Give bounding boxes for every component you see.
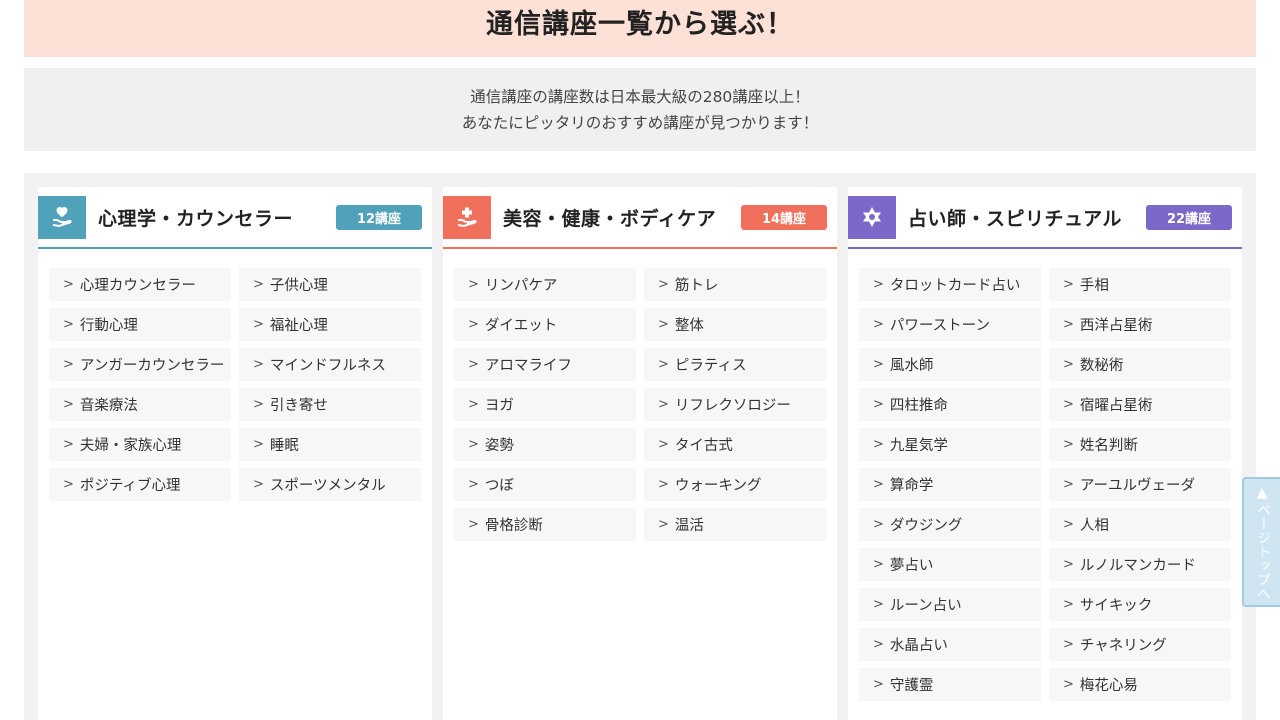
course-link[interactable]: > 行動心理: [49, 308, 231, 341]
course-link[interactable]: > 睡眠: [239, 428, 421, 461]
category-panel: 心理学・カウンセラー 12講座 > 心理カウンセラー > 子供心理 > 行動心理 > 福…: [24, 173, 1256, 720]
intro-box: 通信講座の講座数は日本最大級の280講座以上！ あなたにピッタリのおすすめ講座が…: [24, 68, 1256, 151]
course-link[interactable]: > 人相: [1049, 508, 1231, 541]
course-link[interactable]: > 子供心理: [239, 268, 421, 301]
course-link[interactable]: > アロマライフ: [454, 348, 636, 381]
category-card-fortune: 占い師・スピリチュアル 22講座 > タロットカード占い > 手相 > パワーストーン…: [848, 187, 1242, 720]
course-link[interactable]: > ポジティブ心理: [49, 468, 231, 501]
course-link[interactable]: > サイキック: [1049, 588, 1231, 621]
course-link[interactable]: > リフレクソロジー: [644, 388, 826, 421]
course-link[interactable]: > 姿勢: [454, 428, 636, 461]
course-link[interactable]: > 骨格診断: [454, 508, 636, 541]
course-link[interactable]: > ルーン占い: [859, 588, 1041, 621]
course-link[interactable]: > タイ古式: [644, 428, 826, 461]
course-list: > 心理カウンセラー > 子供心理 > 行動心理 > 福祉心理 > アンガーカウンセラー …: [49, 268, 421, 501]
category-header[interactable]: 心理学・カウンセラー 12講座: [38, 187, 432, 249]
course-link[interactable]: > 水晶占い: [859, 628, 1041, 661]
course-link[interactable]: > 算命学: [859, 468, 1041, 501]
course-link[interactable]: > 姓名判断: [1049, 428, 1231, 461]
course-link[interactable]: > 音楽療法: [49, 388, 231, 421]
category-header[interactable]: 占い師・スピリチュアル 22講座: [848, 187, 1242, 249]
course-list: > リンパケア > 筋トレ > ダイエット > 整体 > アロマライフ > ピラティス > ヨ…: [454, 268, 826, 541]
course-link[interactable]: > 夫婦・家族心理: [49, 428, 231, 461]
category-card-psychology: 心理学・カウンセラー 12講座 > 心理カウンセラー > 子供心理 > 行動心理 > 福…: [38, 187, 432, 720]
course-link[interactable]: > アンガーカウンセラー: [49, 348, 231, 381]
up-arrow-icon: ▲: [1256, 485, 1268, 501]
course-link[interactable]: > 四柱推命: [859, 388, 1041, 421]
course-link[interactable]: > ルノルマンカード: [1049, 548, 1231, 581]
course-link[interactable]: > ウォーキング: [644, 468, 826, 501]
course-link[interactable]: > 福祉心理: [239, 308, 421, 341]
course-link[interactable]: > マインドフルネス: [239, 348, 421, 381]
course-link[interactable]: > アーユルヴェーダ: [1049, 468, 1231, 501]
course-link[interactable]: > 温活: [644, 508, 826, 541]
category-card-beauty: 美容・健康・ボディケア 14講座 > リンパケア > 筋トレ > ダイエット > 整体 …: [443, 187, 837, 720]
heart-hand-icon: [38, 195, 86, 239]
category-title: 占い師・スピリチュアル: [908, 207, 1122, 230]
course-link[interactable]: > スポーツメンタル: [239, 468, 421, 501]
course-link[interactable]: > ダウジング: [859, 508, 1041, 541]
section-title-bar: 通信講座一覧から選ぶ！: [24, 0, 1256, 57]
course-link[interactable]: > 夢占い: [859, 548, 1041, 581]
page-top-label: ページトップへ: [1254, 503, 1270, 601]
category-title: 美容・健康・ボディケア: [503, 207, 717, 230]
course-link[interactable]: > ヨガ: [454, 388, 636, 421]
course-count-badge: 12講座: [336, 205, 422, 230]
course-link[interactable]: > リンパケア: [454, 268, 636, 301]
course-link[interactable]: > 西洋占星術: [1049, 308, 1231, 341]
intro-line-2: あなたにピッタリのおすすめ講座が見つかります！: [461, 113, 819, 132]
course-count-badge: 14講座: [741, 205, 827, 230]
star-icon: [848, 195, 896, 239]
course-count-badge: 22講座: [1146, 205, 1232, 230]
course-link[interactable]: > 手相: [1049, 268, 1231, 301]
course-link[interactable]: > タロットカード占い: [859, 268, 1041, 301]
page-top-button[interactable]: ▲ ページトップへ: [1242, 477, 1280, 607]
category-title: 心理学・カウンセラー: [98, 207, 294, 230]
course-link[interactable]: > 風水師: [859, 348, 1041, 381]
course-link[interactable]: > 心理カウンセラー: [49, 268, 231, 301]
plus-hand-icon: [443, 195, 491, 239]
course-link[interactable]: > つぼ: [454, 468, 636, 501]
course-link[interactable]: > 九星気学: [859, 428, 1041, 461]
course-link[interactable]: > 筋トレ: [644, 268, 826, 301]
course-link[interactable]: > 引き寄せ: [239, 388, 421, 421]
course-link[interactable]: > 梅花心易: [1049, 668, 1231, 701]
course-link[interactable]: > チャネリング: [1049, 628, 1231, 661]
course-link[interactable]: > 宿曜占星術: [1049, 388, 1231, 421]
course-link[interactable]: > ダイエット: [454, 308, 636, 341]
course-link[interactable]: > パワーストーン: [859, 308, 1041, 341]
course-link[interactable]: > 守護霊: [859, 668, 1041, 701]
course-link[interactable]: > 整体: [644, 308, 826, 341]
intro-line-1: 通信講座の講座数は日本最大級の280講座以上！: [470, 87, 810, 106]
course-link[interactable]: > 数秘術: [1049, 348, 1231, 381]
page-title: 通信講座一覧から選ぶ！: [486, 9, 794, 40]
course-list: > タロットカード占い > 手相 > パワーストーン > 西洋占星術 > 風水師 > 数秘術…: [859, 268, 1231, 701]
category-header[interactable]: 美容・健康・ボディケア 14講座: [443, 187, 837, 249]
course-link[interactable]: > ピラティス: [644, 348, 826, 381]
